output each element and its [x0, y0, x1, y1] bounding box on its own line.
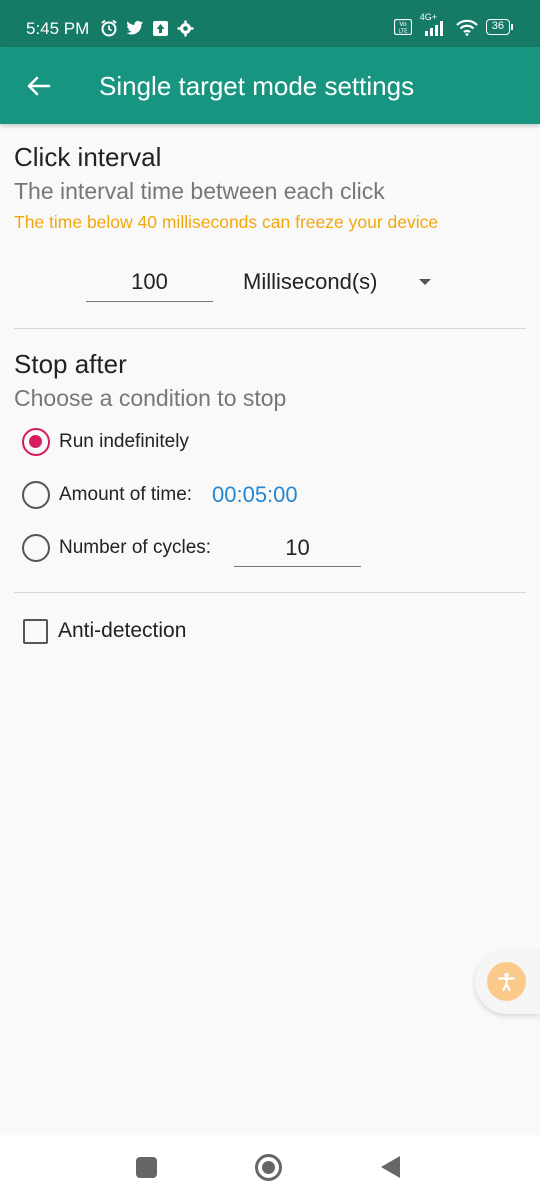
battery-icon: 36 [485, 19, 514, 35]
anti-detection-row[interactable]: Anti-detection [23, 617, 186, 645]
home-icon[interactable] [255, 1154, 282, 1181]
status-icons-right: Vo LTE 4G+ 36 [393, 12, 514, 36]
radio-label: Amount of time: [59, 484, 193, 505]
radio-button[interactable] [22, 481, 50, 509]
upload-icon [153, 20, 168, 36]
status-bar: 5:45 PM Vo LTE 4G+ 36 [0, 0, 540, 47]
time-value[interactable]: 00:05:00 [212, 482, 298, 508]
accessibility-icon [497, 972, 516, 992]
app-bar: Single target mode settings [0, 47, 540, 124]
svg-text:Vo: Vo [399, 21, 407, 28]
divider [14, 328, 526, 329]
radio-label: Number of cycles: [59, 537, 212, 558]
radio-button[interactable] [22, 534, 50, 562]
radio-number-of-cycles[interactable]: Number of cycles: [22, 533, 211, 563]
accessibility-circle [487, 962, 526, 1001]
back-icon[interactable] [381, 1156, 400, 1178]
unit-dropdown-value: Millisecond(s) [243, 269, 378, 294]
alarm-icon [101, 19, 117, 37]
stop-after-title: Stop after [14, 349, 127, 379]
accessibility-button[interactable] [475, 950, 540, 1014]
radio-label: Run indefinitely [59, 431, 189, 452]
stop-after-subtitle: Choose a condition to stop [14, 385, 287, 411]
status-icons-left [100, 19, 194, 37]
volte-icon: Vo LTE [393, 19, 412, 35]
radio-amount-of-time[interactable]: Amount of time: [22, 480, 192, 510]
signal-indicator: 4G+ [420, 12, 448, 36]
svg-text:LTE: LTE [398, 29, 408, 35]
chevron-down-icon[interactable] [419, 279, 431, 285]
click-interval-title: Click interval [14, 142, 162, 172]
interval-input[interactable]: 100 [86, 262, 213, 302]
status-time: 5:45 PM [26, 19, 90, 38]
wifi-icon [455, 19, 478, 36]
cycles-input[interactable]: 10 [234, 529, 361, 567]
settings-icon [177, 20, 194, 36]
anti-detection-label: Anti-detection [58, 619, 187, 642]
freeze-warning: The time below 40 milliseconds can freez… [14, 212, 439, 232]
radio-run-indefinitely[interactable]: Run indefinitely [22, 427, 189, 457]
navigation-bar [0, 1135, 540, 1200]
recents-icon[interactable] [136, 1157, 157, 1178]
page-title: Single target mode settings [99, 71, 415, 101]
radio-button-checked[interactable] [22, 428, 50, 456]
signal-icon [424, 21, 443, 36]
unit-dropdown[interactable]: Millisecond(s) [243, 262, 443, 302]
anti-detection-checkbox[interactable] [23, 618, 48, 644]
arrow-left-icon[interactable] [22, 70, 54, 102]
divider [14, 592, 526, 593]
twitter-icon [126, 20, 143, 35]
click-interval-subtitle: The interval time between each click [14, 178, 385, 204]
